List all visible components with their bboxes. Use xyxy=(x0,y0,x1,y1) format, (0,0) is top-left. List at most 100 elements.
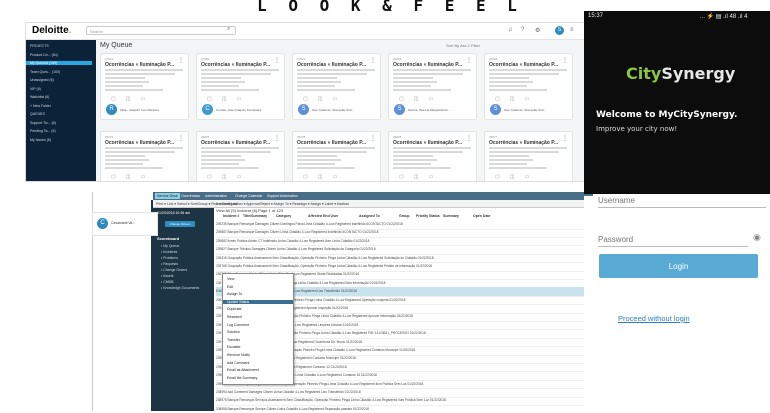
scoreboard-link[interactable]: • Requests xyxy=(161,262,178,266)
kebab-menu-icon[interactable]: ⋮ xyxy=(370,57,376,64)
sidebar-item[interactable]: Support Tic... (6) xyxy=(30,121,56,125)
sidebar-item[interactable]: Team Queu... (100) xyxy=(30,70,60,74)
context-menu-item[interactable]: Add Comment xyxy=(227,361,249,365)
card-action-icons[interactable]: ▢◫▭ xyxy=(303,96,347,102)
sidebar-item[interactable]: VIP (6) xyxy=(30,87,41,91)
column-header[interactable]: Assigned To xyxy=(359,214,380,218)
card-title: Ocorrências » Iluminação P... xyxy=(393,62,463,68)
settings-icon[interactable]: ⚙ xyxy=(535,27,540,34)
column-header[interactable]: Open Date xyxy=(473,214,491,218)
sidebar-item[interactable]: Pending Ta... (6) xyxy=(30,129,56,133)
tab-ocorr-ncias[interactable]: Ocorrências xyxy=(179,193,202,199)
mini-card[interactable]: C Cavalcanti Va... xyxy=(92,212,158,236)
context-menu-item[interactable]: Update Status xyxy=(223,299,293,304)
context-menu-item[interactable]: Remove Notify xyxy=(227,353,250,357)
queue-card[interactable]: 08835 ⋮ Ocorrências » Iluminação P... ▢◫▭ xyxy=(196,131,285,181)
deloitte-logo[interactable]: Deloitte. xyxy=(32,25,71,36)
kebab-menu-icon[interactable]: ⋮ xyxy=(274,135,280,142)
kebab-menu-icon[interactable]: ⋮ xyxy=(274,57,280,64)
tab-administration[interactable]: Administration xyxy=(203,193,229,199)
card-action-icons[interactable]: ▢◫▭ xyxy=(207,96,251,102)
column-header[interactable]: Priority xyxy=(416,214,428,218)
tab-support-automation[interactable]: Support Automation xyxy=(265,193,300,199)
context-menu-item[interactable]: Edit xyxy=(227,285,233,289)
sidebar-item[interactable]: Product Lin... (64) xyxy=(30,53,58,57)
sidebar-item[interactable]: PROJECTS xyxy=(30,44,49,48)
menu-icon[interactable]: ≡ xyxy=(570,27,574,33)
sidebar-item[interactable]: Watchlist (6) xyxy=(30,95,49,99)
search-input[interactable]: Search xyxy=(86,26,236,35)
context-menu-item[interactable]: View xyxy=(227,277,235,281)
scoreboard-link[interactable]: • Problems xyxy=(161,256,178,260)
queue-card[interactable]: 09035 ⋮ Ocorrências » Iluminação P... ▢◫▭ S S… xyxy=(388,53,477,120)
card-text-line xyxy=(297,73,367,75)
column-header[interactable]: Affected End User xyxy=(308,214,338,218)
queue-card[interactable]: 08758 ⋮ Ocorrências » Iluminação P... ▢◫▭ xyxy=(292,131,381,181)
context-menu-item[interactable]: Research xyxy=(227,315,242,319)
sidebar-item[interactable]: QUEUES xyxy=(30,112,45,116)
scoreboard-link[interactable]: • Change Orders xyxy=(161,268,187,272)
kebab-menu-icon[interactable]: ⋮ xyxy=(466,57,472,64)
card-action-icons[interactable]: ▢◫▭ xyxy=(303,174,347,180)
queue-card[interactable]: 06905 ⋮ Ocorrências » Iluminação P... ▢◫▭ S S… xyxy=(484,53,573,120)
tab-change-calendar[interactable]: Change Calendar xyxy=(233,193,264,199)
context-menu-item[interactable]: Duplicate xyxy=(227,307,242,311)
table-row[interactable]: 238958 Banque Remarque Service Citizen L… xyxy=(216,405,593,411)
column-header[interactable]: Status xyxy=(429,214,440,218)
scoreboard-link[interactable]: • CMDB xyxy=(161,280,174,284)
column-header[interactable]: Summary xyxy=(443,214,459,218)
tab-service-desk[interactable]: Service Desk xyxy=(155,193,180,199)
sidebar-item[interactable]: My Issues (6) xyxy=(30,138,51,142)
sidebar-item[interactable]: Unassigned (6) xyxy=(30,78,54,82)
kebab-menu-icon[interactable]: ⋮ xyxy=(562,135,568,142)
card-action-icons[interactable]: ▢◫▭ xyxy=(495,96,539,102)
card-action-icons[interactable]: ▢◫▭ xyxy=(495,174,539,180)
sort-toolbar[interactable]: Sort By Asc 1 Filter xyxy=(446,43,480,48)
kebab-menu-icon[interactable]: ⋮ xyxy=(370,135,376,142)
card-text-line xyxy=(201,155,241,157)
card-text-line xyxy=(297,77,337,79)
queue-card[interactable]: 07523 ⋮ Ocorrências » Iluminação P... ▢◫▭ S S… xyxy=(292,53,381,120)
context-menu-item[interactable]: Assign To xyxy=(227,292,242,296)
card-action-icons[interactable]: ▢◫▭ xyxy=(399,174,443,180)
login-button[interactable]: Login xyxy=(599,254,758,278)
kebab-menu-icon[interactable]: ⋮ xyxy=(466,135,472,142)
card-action-icons[interactable]: ▢◫▭ xyxy=(399,96,443,102)
card-action-icons[interactable]: ▢◫▭ xyxy=(111,96,155,102)
scoreboard-link[interactable]: • Incidents xyxy=(161,250,177,254)
queue-card[interactable]: 08877 ⋮ Ocorrências » Iluminação P... ▢◫▭ xyxy=(484,131,573,181)
queue-card[interactable]: 07589 ⋮ Ocorrências » Iluminação P... ▢◫▭ C C… xyxy=(196,53,285,120)
card-action-icons[interactable]: ▢◫▭ xyxy=(207,174,251,180)
sidebar-item[interactable]: + New Folder xyxy=(30,104,51,108)
column-header[interactable]: Incident # xyxy=(223,214,239,218)
kebab-menu-icon[interactable]: ⋮ xyxy=(178,57,184,64)
kebab-menu-icon[interactable]: ⋮ xyxy=(562,57,568,64)
show-password-icon[interactable]: ◉ xyxy=(753,232,761,243)
kebab-menu-icon[interactable]: ⋮ xyxy=(178,135,184,142)
bell-icon[interactable]: ♫ xyxy=(508,27,513,33)
context-menu-item[interactable]: Email the Summary xyxy=(227,376,258,380)
user-avatar[interactable]: S xyxy=(555,26,564,35)
scoreboard-link[interactable]: • Assets xyxy=(161,274,174,278)
help-icon[interactable]: ? xyxy=(521,27,524,33)
change-screen-button[interactable]: Change Screen xyxy=(165,221,195,227)
context-menu-item[interactable]: Transfer xyxy=(227,338,240,342)
sidebar-item[interactable]: My Queued (140) xyxy=(26,61,92,65)
password-field[interactable] xyxy=(598,232,748,247)
username-field[interactable] xyxy=(598,193,766,208)
context-menu-item[interactable]: Solution xyxy=(227,330,240,334)
column-header[interactable]: Title/Summary xyxy=(243,214,267,218)
queue-card[interactable]: 08752 ⋮ Ocorrências » Iluminação P... ▢◫▭ xyxy=(100,131,189,181)
queue-card[interactable]: 08838 ⋮ Ocorrências » Iluminação P... ▢◫▭ xyxy=(388,131,477,181)
search-icon[interactable]: ⌕ xyxy=(227,26,230,33)
context-menu-item[interactable]: Email as Attachment xyxy=(227,368,259,372)
proceed-without-login-link[interactable]: Proceed without login xyxy=(618,314,690,323)
scoreboard-link[interactable]: • Knowledge Documents xyxy=(161,286,199,290)
column-header[interactable]: Category xyxy=(276,214,291,218)
context-menu-item[interactable]: Escalate xyxy=(227,345,240,349)
context-menu-item[interactable]: Log Comment xyxy=(227,323,249,327)
card-action-icons[interactable]: ▢◫▭ xyxy=(111,174,155,180)
column-header[interactable]: Group xyxy=(399,214,410,218)
scoreboard-link[interactable]: • My Queue xyxy=(161,244,179,248)
queue-card[interactable]: 07513 ⋮ Ocorrências » Iluminação P... ▢◫▭ R F… xyxy=(100,53,189,120)
